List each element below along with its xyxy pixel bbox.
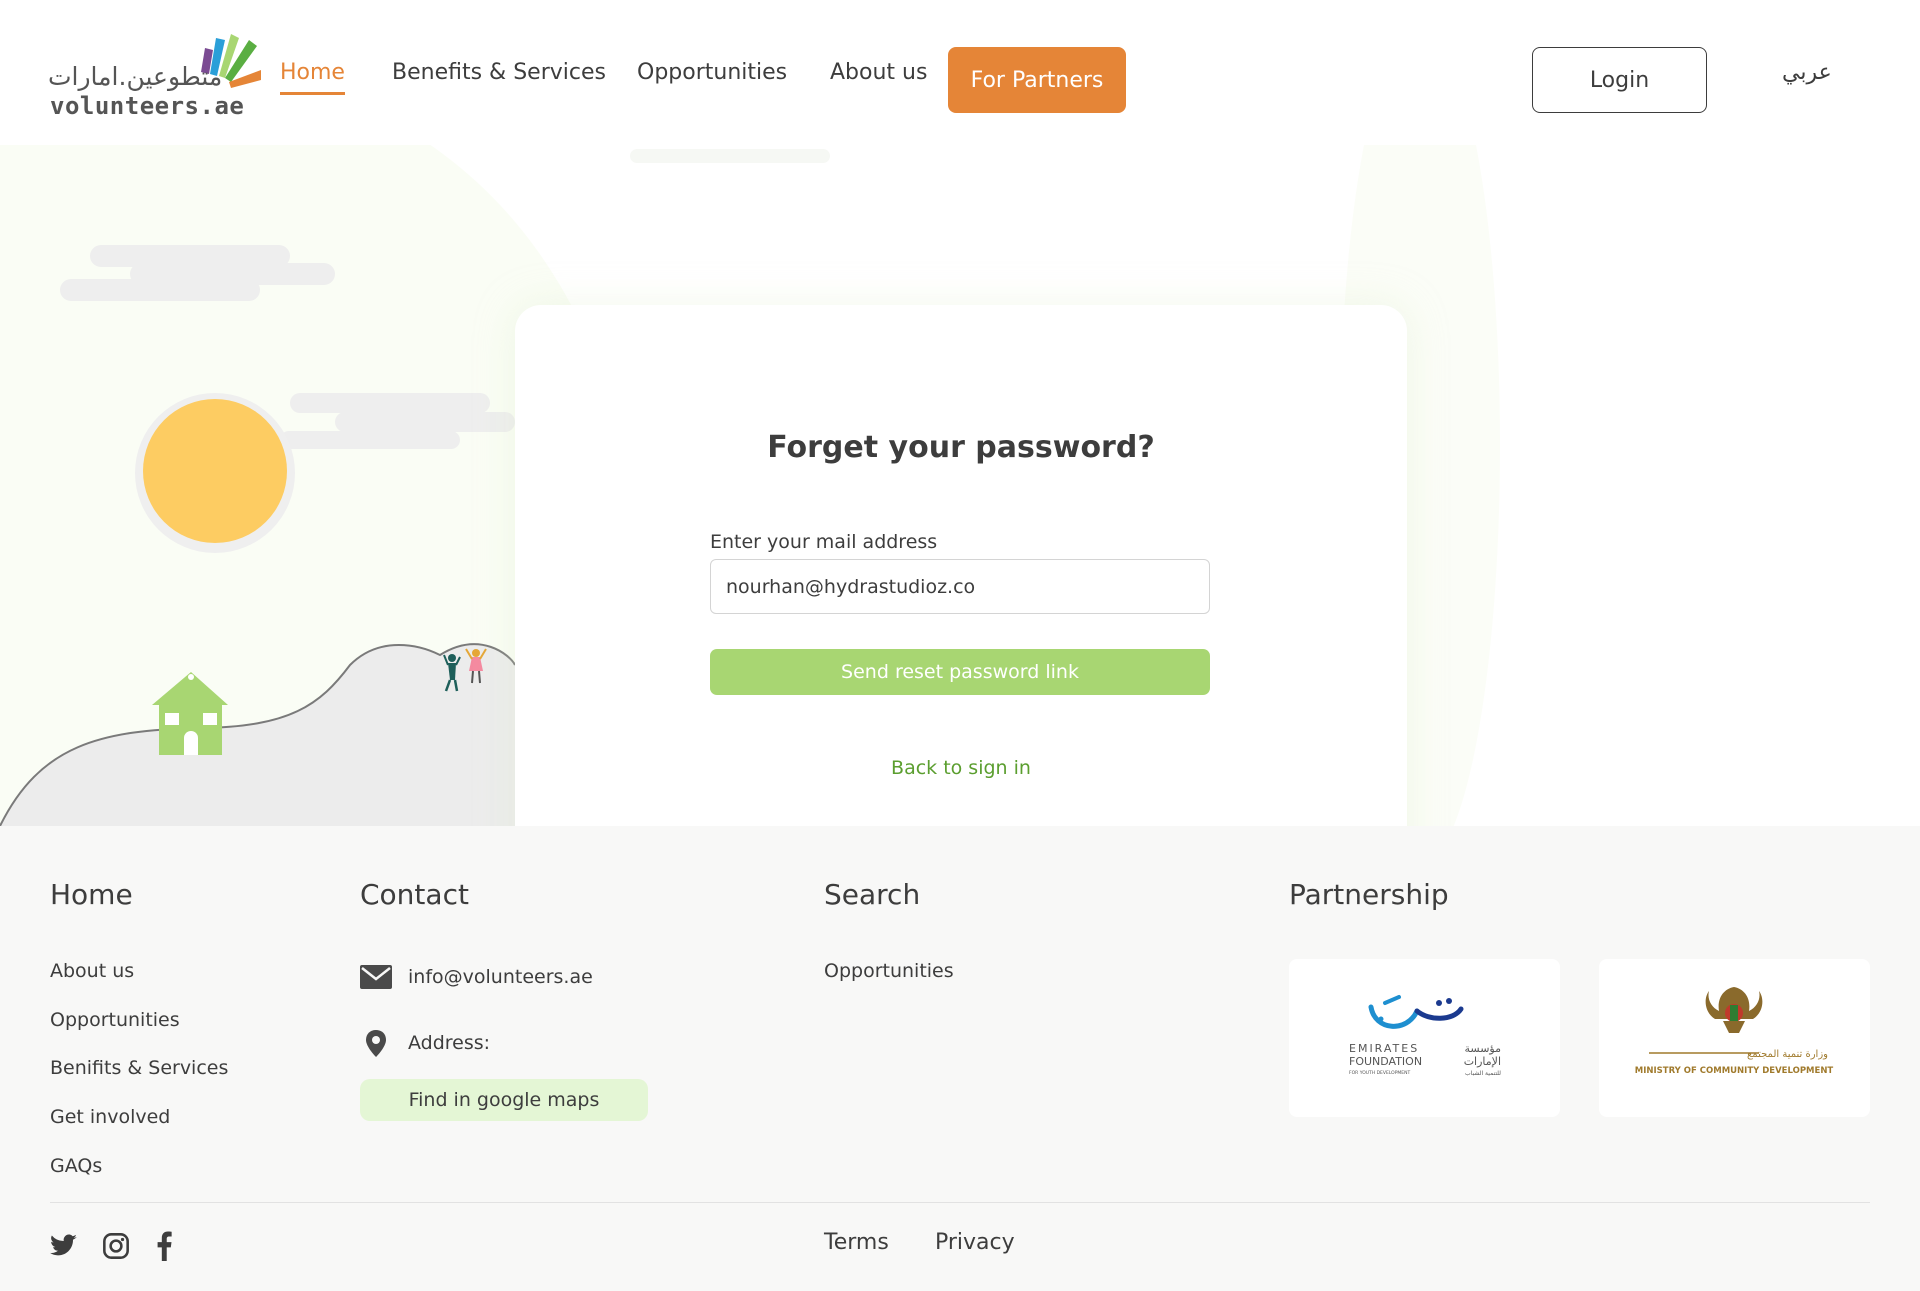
mail-icon <box>360 965 400 989</box>
login-button[interactable]: Login <box>1532 47 1707 113</box>
contact-address-label: Address: <box>408 1032 491 1054</box>
footer-link-get-involved[interactable]: Get involved <box>50 1106 170 1128</box>
svg-text:للتنمية الشباب: للتنمية الشباب <box>1465 1070 1501 1077</box>
location-pin-icon <box>360 1029 400 1057</box>
for-partners-button[interactable]: For Partners <box>948 47 1126 113</box>
logo-arabic-text: متطوعين.امارات <box>48 62 223 91</box>
footer-link-opportunities[interactable]: Opportunities <box>50 1009 180 1031</box>
footer-contact-title: Contact <box>360 878 469 911</box>
logo-english-text: volunteers.ae <box>50 92 245 120</box>
nav-link-home[interactable]: Home <box>280 60 345 95</box>
footer-link-benefits[interactable]: Benifits & Services <box>50 1057 228 1079</box>
nav-link-about[interactable]: About us <box>830 60 927 85</box>
ministry-logo: وزارة تنمية المجتمع MINISTRY OF COMMUNIT… <box>1635 987 1834 1076</box>
back-to-sign-in-link[interactable]: Back to sign in <box>515 757 1407 779</box>
email-label: Enter your mail address <box>710 531 938 553</box>
nav-about: About us <box>830 0 927 145</box>
svg-text:مؤسسة: مؤسسة <box>1464 1042 1501 1055</box>
footer-search-opportunities-link[interactable]: Opportunities <box>824 960 954 982</box>
forgot-password-card: Forget your password? Enter your mail ad… <box>515 305 1407 826</box>
terms-link[interactable]: Terms <box>824 1230 889 1255</box>
footer-search-title: Search <box>824 878 921 911</box>
language-switch[interactable]: عربي <box>1782 60 1832 85</box>
email-field[interactable]: nourhan@hydrastudioz.co <box>710 559 1210 614</box>
card-title: Forget your password? <box>767 430 1155 465</box>
contact-address-row: Address: <box>360 1029 490 1057</box>
nav-opportunities: Opportunities <box>637 0 787 145</box>
svg-text:FOR YOUTH DEVELOPMENT: FOR YOUTH DEVELOPMENT <box>1349 1070 1411 1076</box>
uae-emblem-icon <box>1705 987 1763 1033</box>
footer-partnership-title: Partnership <box>1289 878 1449 911</box>
footer-divider <box>50 1202 1870 1203</box>
hero-section: Forget your password? Enter your mail ad… <box>0 145 1920 826</box>
nav-link-opportunities[interactable]: Opportunities <box>637 60 787 85</box>
nav-home: Home <box>280 0 345 145</box>
partner-ministry-community-development[interactable]: وزارة تنمية المجتمع MINISTRY OF COMMUNIT… <box>1599 959 1870 1117</box>
privacy-link[interactable]: Privacy <box>935 1230 1015 1255</box>
site-header: متطوعين.امارات volunteers.ae Home Benefi… <box>0 0 1920 145</box>
emirates-foundation-logo: EMIRATES FOUNDATION FOR YOUTH DEVELOPMEN… <box>1349 995 1501 1077</box>
google-maps-button[interactable]: Find in google maps <box>360 1079 648 1121</box>
svg-text:FOUNDATION: FOUNDATION <box>1349 1055 1422 1068</box>
site-logo[interactable]: متطوعين.امارات volunteers.ae <box>48 30 261 120</box>
site-footer: Home About us Opportunities Benifits & S… <box>0 826 1920 1291</box>
contact-email-row[interactable]: info@volunteers.ae <box>360 965 593 989</box>
svg-text:الإمارات: الإمارات <box>1464 1055 1501 1068</box>
partner-emirates-foundation[interactable]: EMIRATES FOUNDATION FOR YOUTH DEVELOPMEN… <box>1289 959 1560 1117</box>
svg-text:وزارة تنمية المجتمع: وزارة تنمية المجتمع <box>1747 1049 1828 1060</box>
nav-link-benefits[interactable]: Benefits & Services <box>392 60 606 85</box>
footer-link-gaqs[interactable]: GAQs <box>50 1155 102 1177</box>
svg-text:MINISTRY OF COMMUNITY DEVELOPM: MINISTRY OF COMMUNITY DEVELOPMENT <box>1635 1066 1834 1076</box>
send-reset-link-button[interactable]: Send reset password link <box>710 649 1210 695</box>
facebook-icon[interactable] <box>148 1230 180 1262</box>
instagram-icon[interactable] <box>100 1230 132 1262</box>
footer-home-title: Home <box>50 878 133 911</box>
footer-link-about[interactable]: About us <box>50 960 134 982</box>
svg-text:EMIRATES: EMIRATES <box>1349 1042 1419 1055</box>
contact-email-text: info@volunteers.ae <box>408 966 593 988</box>
nav-benefits: Benefits & Services <box>392 0 606 145</box>
twitter-icon[interactable] <box>48 1230 80 1262</box>
